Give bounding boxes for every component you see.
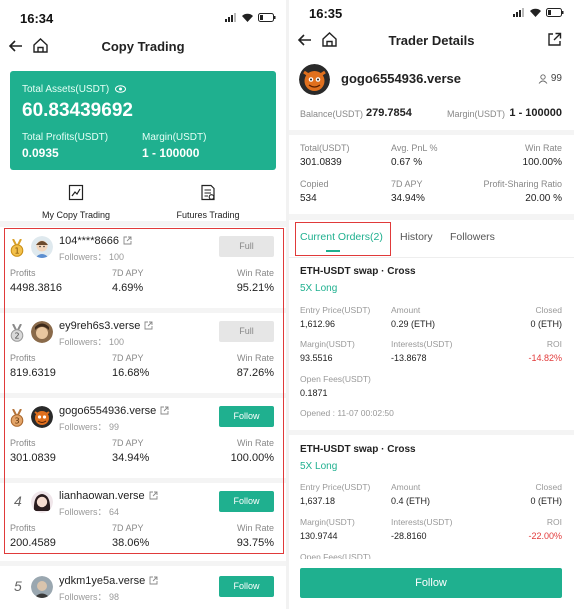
order-leverage: 5X Long <box>300 461 338 472</box>
document-icon <box>201 184 215 201</box>
total-assets-card: Total Assets(USDT) 60.83439692 Total Pro… <box>10 71 276 170</box>
futures-trading-label: Futures Trading <box>176 210 240 220</box>
trader-name[interactable]: ydkm1ye5a.verse <box>59 575 158 587</box>
margin-value: 130.9744 <box>300 531 338 541</box>
margin-value: 1 - 100000 <box>142 146 200 160</box>
follow-button[interactable]: Follow <box>219 576 274 597</box>
futures-trading-link[interactable]: Futures Trading <box>148 184 268 223</box>
status-time: 16:34 <box>20 11 54 26</box>
order-title: ETH-USDT swap · Cross <box>300 444 416 455</box>
my-copy-trading-label: My Copy Trading <box>41 210 111 220</box>
entry-price-label: Entry Price(USDT) <box>300 482 371 492</box>
follow-button[interactable]: Follow <box>300 568 562 598</box>
battery-icon <box>258 13 276 22</box>
external-link-icon[interactable] <box>149 576 158 585</box>
status-icons <box>225 13 276 22</box>
page-title: Copy Trading <box>101 39 185 54</box>
wifi-icon <box>242 13 253 22</box>
margin-label: Margin(USDT) <box>142 132 207 143</box>
closed-value: 0 (ETH) <box>530 496 563 506</box>
closed-label: Closed <box>535 482 562 492</box>
section-divider <box>0 221 286 227</box>
status-bar: 16:34 <box>0 0 286 34</box>
entry-price-value: 1,637.18 <box>300 496 336 506</box>
nav-bar: Copy Trading <box>0 34 286 62</box>
rank-number: 5 <box>14 578 22 594</box>
chart-icon <box>68 184 84 201</box>
amount-label: Amount <box>391 482 421 492</box>
amount-value: 0.4 (ETH) <box>391 496 431 506</box>
row-divider <box>0 561 286 566</box>
total-assets-value: 60.83439692 <box>22 100 133 121</box>
my-copy-trading-link[interactable]: My Copy Trading <box>16 184 136 223</box>
trader-card[interactable]: 5 ydkm1ye5a.verse Followers： 98 Follow <box>10 574 276 608</box>
roi-value: -22.00% <box>528 531 562 541</box>
avatar[interactable] <box>31 576 53 598</box>
interests-label: Interests(USDT) <box>391 517 453 527</box>
highlight-box <box>4 228 284 554</box>
margin-label: Margin(USDT) <box>300 517 355 527</box>
order-card[interactable]: ETH-USDT swap · Cross 5X Long Entry Pric… <box>289 0 574 562</box>
total-profits-label: Total Profits(USDT) <box>22 132 109 143</box>
interests-value: -28.8160 <box>391 531 427 541</box>
roi-label: ROI <box>546 517 562 527</box>
total-assets-label: Total Assets(USDT) <box>22 84 127 95</box>
eye-icon[interactable] <box>115 85 127 93</box>
copy-trading-screen: 16:34 Copy Trading Total Assets(USDT) 60… <box>0 0 286 609</box>
total-profits-value: 0.0935 <box>22 146 59 160</box>
follower-count: Followers： 98 <box>59 592 120 602</box>
signal-icon <box>225 13 236 22</box>
trader-details-screen: 16:35 Trader Details gogo6554936.verse 9… <box>289 0 574 609</box>
